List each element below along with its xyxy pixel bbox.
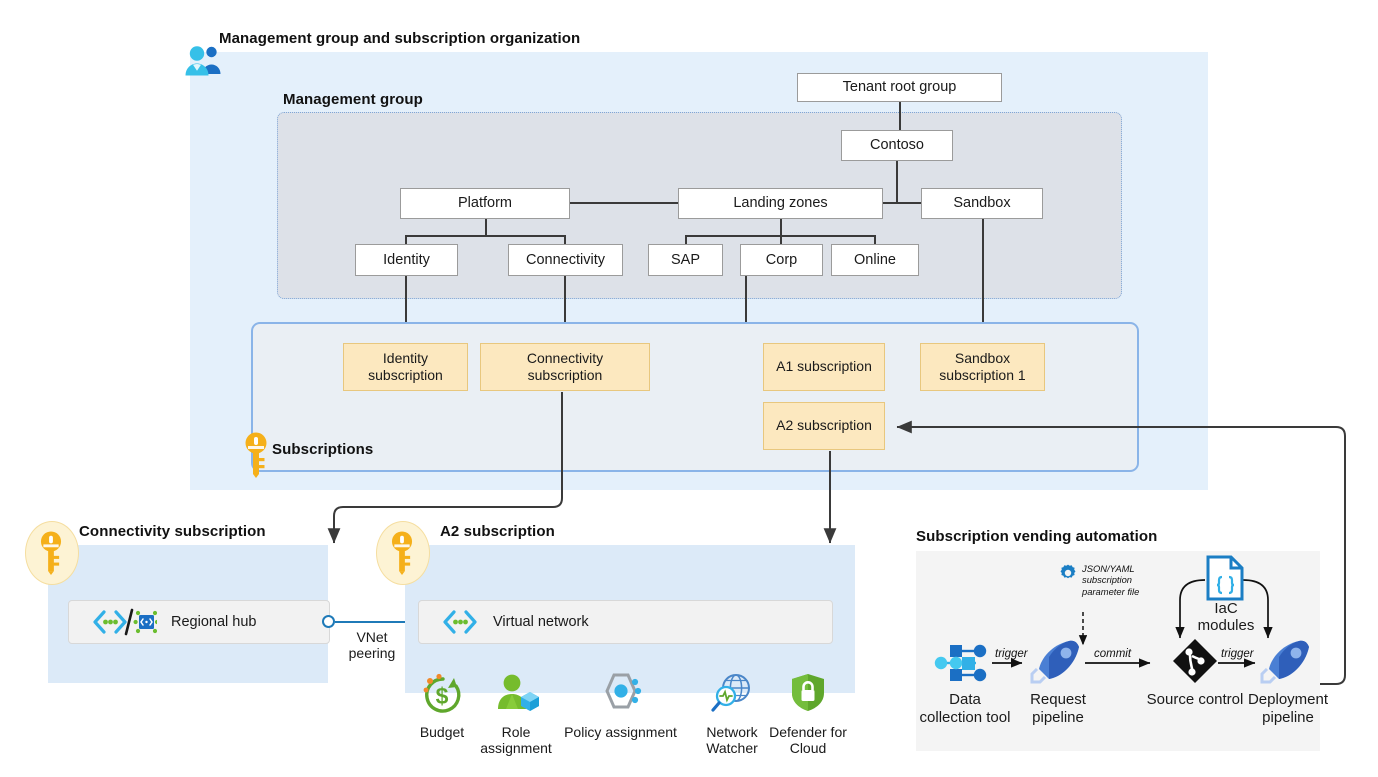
git-icon [1173, 639, 1217, 683]
mg-node-connectivity[interactable]: Connectivity [508, 244, 623, 276]
request-pipeline-line1: Request [1030, 691, 1086, 708]
role-assignment-icon [498, 674, 539, 711]
key-icon [391, 531, 413, 575]
parameter-file-line1: JSON/YAML [1082, 563, 1135, 574]
vnet-peering-label: VNet peering [336, 629, 408, 661]
people-icon [185, 46, 221, 76]
iac-modules-line1: IaC [1214, 600, 1238, 617]
subscription-connectivity-line1: Connectivity [526, 349, 604, 366]
resource-regional-hub[interactable]: Regional hub [68, 600, 330, 644]
virtual-network-icon [443, 610, 477, 634]
network-watcher-icon [711, 674, 750, 712]
budget-icon: $ [423, 673, 461, 713]
subscription-a2[interactable]: A2 subscription [763, 402, 885, 450]
data-collection-icon [934, 644, 987, 682]
edge-root-to-contoso [899, 101, 901, 130]
mg-node-platform[interactable]: Platform [400, 188, 570, 219]
virtual-network-icon [93, 608, 157, 636]
connectivity-subscription-title: Connectivity subscription [79, 523, 266, 540]
subscription-vending-title: Subscription vending automation [916, 528, 1158, 545]
edge-platform-bus [406, 235, 566, 237]
data-collection-line2: collection tool [919, 709, 1011, 727]
source-control-line1: Source control [1146, 691, 1244, 708]
mg-node-tenant-root-group[interactable]: Tenant root group [797, 73, 1002, 102]
governance-item-policy-assignment[interactable]: Policy assignment [548, 672, 693, 740]
key-icon [40, 531, 62, 575]
mg-node-contoso[interactable]: Contoso [841, 130, 953, 161]
mg-node-sap[interactable]: SAP [648, 244, 723, 276]
subscription-connectivity-line2: subscription [527, 367, 603, 383]
vending-step-request-pipeline[interactable]: Request pipeline [1022, 637, 1094, 726]
diagram-canvas: Management group and subscription organi… [0, 0, 1378, 777]
edge-contoso-to-bus [896, 160, 898, 203]
virtual-wan-hub-icon [133, 610, 157, 634]
mg-node-landing-zones[interactable]: Landing zones [678, 188, 883, 219]
pipeline-icon [1030, 640, 1079, 684]
key-icon [245, 432, 267, 478]
policy-assignment-icon [604, 673, 641, 709]
edge-lz-down [780, 219, 782, 236]
vending-step-deployment-pipeline[interactable]: Deployment pipeline [1240, 637, 1336, 726]
defender-for-cloud-icon [792, 674, 824, 711]
gear-icon [1060, 564, 1076, 579]
governance-policy-assignment-label: Policy assignment [564, 724, 677, 740]
parameter-file-label: JSON/YAML subscription parameter file [1082, 563, 1162, 597]
vending-arrow-label-commit: commit [1094, 648, 1132, 660]
governance-defender-label: Defender for Cloud [762, 724, 854, 756]
request-pipeline-line2: pipeline [1032, 709, 1084, 727]
org-section-title: Management group and subscription organi… [219, 30, 581, 47]
subscription-connectivity[interactable]: Connectivity subscription [480, 343, 650, 391]
subscription-sandbox-line2: subscription 1 [939, 367, 1026, 383]
role-assignment-line2: assignment [480, 740, 552, 757]
data-collection-line1: Data [949, 691, 981, 708]
defender-line2: Cloud [789, 740, 827, 757]
subscription-sandbox-line1: Sandbox [954, 349, 1011, 366]
svg-text:$: $ [436, 683, 449, 709]
mg-node-online[interactable]: Online [831, 244, 919, 276]
edge-platform-identity [405, 235, 407, 244]
subscription-identity-line2: subscription [368, 367, 443, 383]
parameter-file-line3: parameter file [1082, 585, 1140, 597]
subscription-identity-line1: Identity [382, 349, 429, 366]
peering-port-left [322, 615, 335, 628]
pipeline-icon [1260, 640, 1309, 684]
subscription-sandbox-1[interactable]: Sandbox subscription 1 [920, 343, 1045, 391]
subscription-a1[interactable]: A1 subscription [763, 343, 885, 391]
mg-node-corp[interactable]: Corp [740, 244, 823, 276]
subscription-identity[interactable]: Identity subscription [343, 343, 468, 391]
defender-line1: Defender for [769, 724, 847, 740]
iac-modules-line2: modules [1197, 617, 1255, 635]
json-file-icon [1206, 555, 1244, 601]
edge-lz-online [874, 235, 876, 244]
edge-platform-connectivity [564, 235, 566, 244]
peering-link [335, 621, 408, 623]
vnet-peering-line2: peering [348, 645, 396, 662]
resource-virtual-network[interactable]: Virtual network [418, 600, 833, 644]
edge-platform-down [485, 219, 487, 236]
governance-item-defender-for-cloud[interactable]: Defender for Cloud [762, 672, 854, 756]
mg-node-sandbox[interactable]: Sandbox [921, 188, 1043, 219]
resource-virtual-network-label: Virtual network [493, 614, 589, 630]
mg-node-identity[interactable]: Identity [355, 244, 458, 276]
resource-regional-hub-label: Regional hub [171, 614, 257, 630]
vnet-peering-line1: VNet [356, 629, 388, 645]
edge-lz-corp [780, 235, 782, 244]
iac-modules-label: IaC modules [1185, 600, 1267, 634]
management-group-title: Management group [283, 91, 423, 108]
edge-lz-sap [685, 235, 687, 244]
parameter-file-line2: subscription [1082, 574, 1133, 586]
deployment-pipeline-line1: Deployment [1247, 691, 1329, 708]
deployment-pipeline-line2: pipeline [1262, 709, 1314, 727]
a2-subscription-title: A2 subscription [440, 523, 555, 540]
subscriptions-title: Subscriptions [272, 441, 374, 458]
